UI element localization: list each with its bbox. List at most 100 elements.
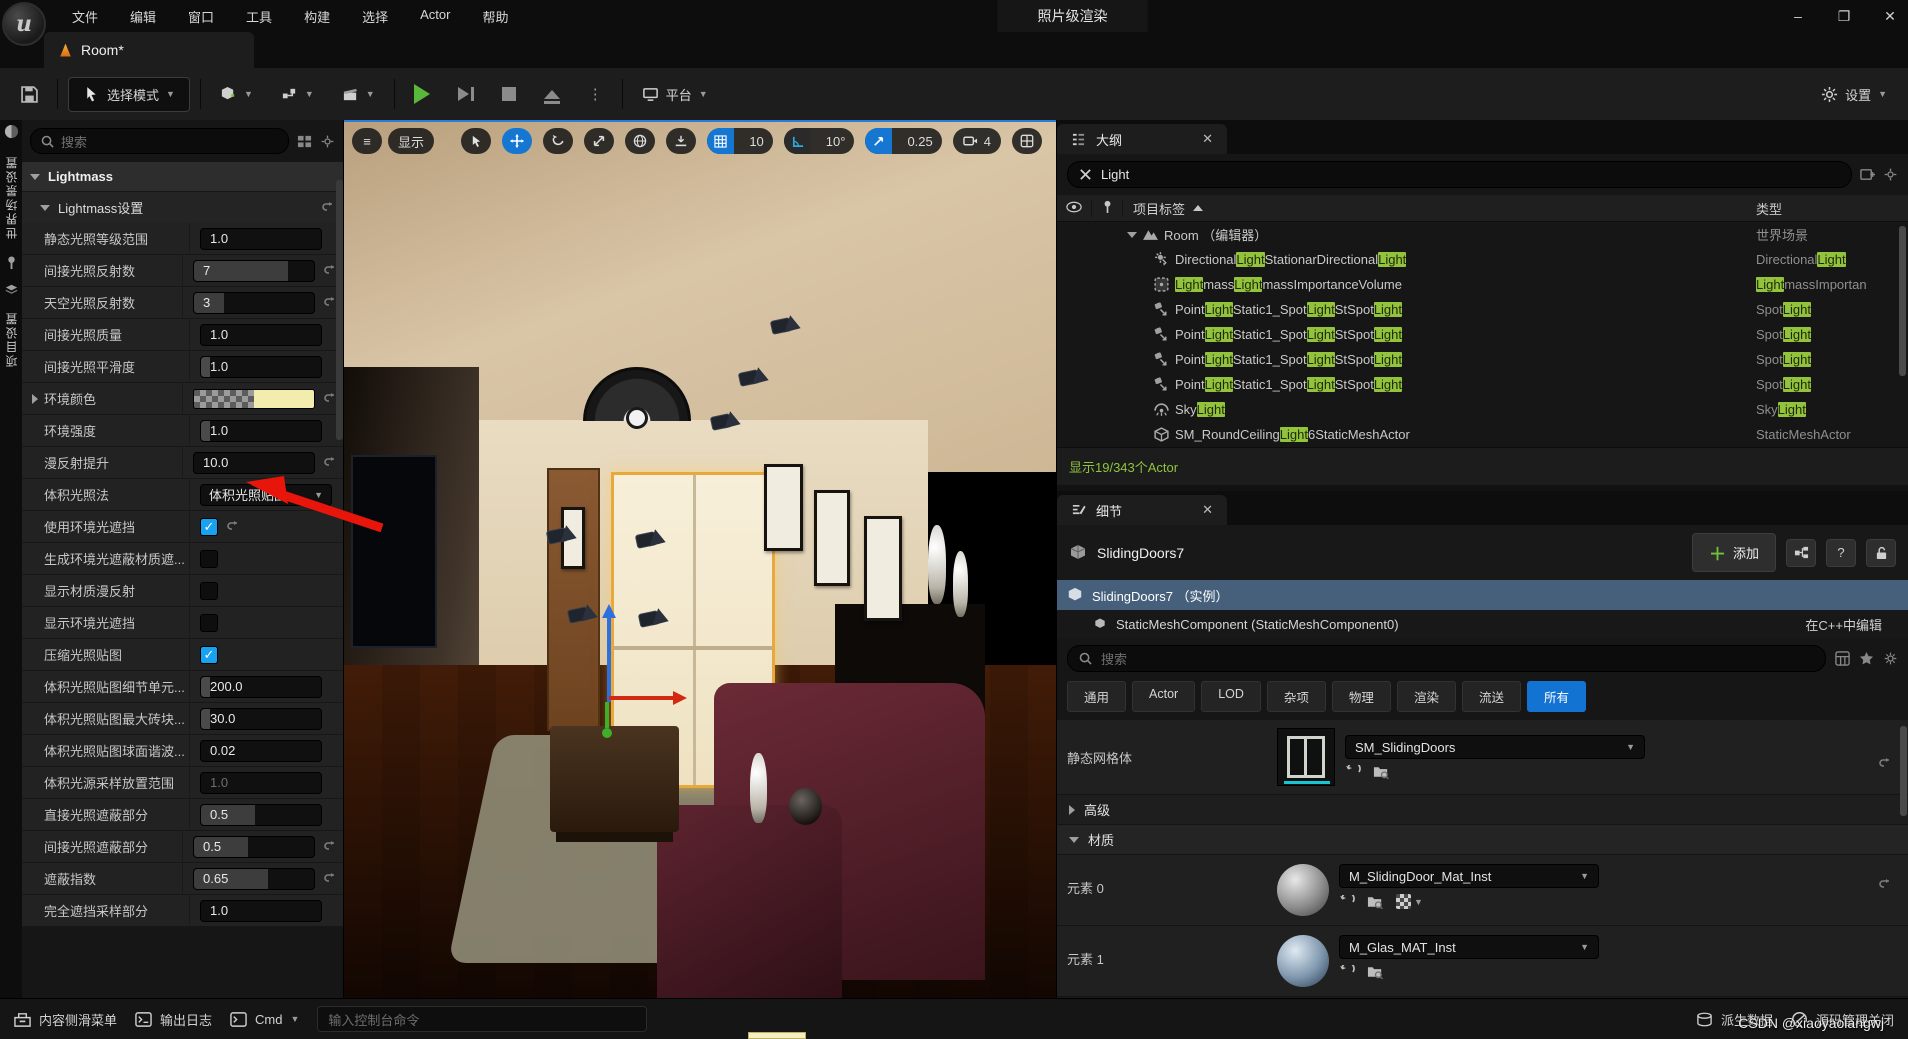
outliner-row-5[interactable]: PointLightStatic1_SpotLightStSpotLightSp… xyxy=(1057,347,1908,372)
value-field[interactable]: 0.5 xyxy=(200,804,322,826)
reset-icon[interactable] xyxy=(323,840,337,854)
settings-dropdown[interactable]: 设置 ▼ xyxy=(1812,78,1896,111)
help-button[interactable]: ? xyxy=(1826,539,1856,567)
rotate-tool-button[interactable] xyxy=(543,128,573,154)
play-options-button[interactable]: ⋮ xyxy=(579,78,612,110)
value-checkbox[interactable]: ✓ xyxy=(200,518,218,536)
blueprints-button[interactable]: ▼ xyxy=(272,79,323,110)
static-mesh-thumbnail[interactable] xyxy=(1277,728,1335,786)
details-settings-icon[interactable] xyxy=(1883,651,1898,666)
use-selected-asset-icon[interactable] xyxy=(1339,965,1355,979)
content-drawer-button[interactable]: 内容侧滑菜单 xyxy=(14,1010,117,1029)
value-field[interactable]: 3 xyxy=(193,292,315,314)
value-dropdown[interactable]: 体积光照贴图▼ xyxy=(200,484,332,506)
level-tab[interactable]: Room* xyxy=(44,32,254,68)
menu-窗口[interactable]: 窗口 xyxy=(174,3,228,30)
advanced-section-row[interactable]: 高级 xyxy=(1057,795,1908,825)
outliner-row-2[interactable]: LightmassLightmassImportanceVolumeLightm… xyxy=(1057,272,1908,297)
skip-frame-button[interactable] xyxy=(449,80,483,108)
scale-snap-button[interactable]: 0.25 xyxy=(865,128,941,154)
value-checkbox[interactable] xyxy=(200,550,218,568)
reset-icon[interactable] xyxy=(323,296,337,310)
type-column-header[interactable]: 类型 xyxy=(1756,199,1908,218)
maximize-button[interactable]: ❐ xyxy=(1834,8,1854,25)
filter-chip-物理[interactable]: 物理 xyxy=(1332,681,1391,712)
outliner-row-8[interactable]: SM_RoundCeilingLight6StaticMeshActorStat… xyxy=(1057,422,1908,447)
color-swatch[interactable] xyxy=(193,389,315,409)
value-field[interactable]: 1.0 xyxy=(200,900,322,922)
value-checkbox[interactable] xyxy=(200,614,218,632)
reset-icon[interactable] xyxy=(323,456,337,470)
reset-icon[interactable] xyxy=(1878,757,1892,771)
reset-icon[interactable] xyxy=(323,392,337,406)
settings-search-input[interactable]: 搜索 xyxy=(30,128,289,154)
reset-icon[interactable] xyxy=(226,520,240,534)
material-dropdown[interactable]: M_SlidingDoor_Mat_Inst▼ xyxy=(1339,864,1599,888)
value-field[interactable]: 10.0 xyxy=(193,452,315,474)
category-lightmass-settings[interactable]: Lightmass设置 xyxy=(22,191,343,223)
menu-帮助[interactable]: 帮助 xyxy=(468,3,522,30)
pin-column-icon[interactable] xyxy=(1091,200,1123,217)
move-tool-button[interactable] xyxy=(502,128,532,154)
filter-chip-杂项[interactable]: 杂项 xyxy=(1267,681,1326,712)
unreal-logo-icon[interactable]: u xyxy=(2,2,46,46)
menu-文件[interactable]: 文件 xyxy=(58,3,112,30)
value-field[interactable]: 1.0 xyxy=(200,228,322,250)
outliner-search-input[interactable]: Light xyxy=(1067,161,1852,188)
outliner-row-3[interactable]: PointLightStatic1_SpotLightStSpotLightSp… xyxy=(1057,297,1908,322)
filter-chip-通用[interactable]: 通用 xyxy=(1067,681,1126,712)
filter-chip-流送[interactable]: 流送 xyxy=(1462,681,1521,712)
display-filter-icon[interactable] xyxy=(1835,651,1850,666)
platforms-dropdown[interactable]: 平台 ▼ xyxy=(633,78,717,111)
cmd-dropdown[interactable]: Cmd ▼ xyxy=(230,1011,299,1028)
material-thumbnail[interactable] xyxy=(1277,864,1329,916)
details-scrollbar[interactable] xyxy=(1900,726,1907,816)
details-component-row[interactable]: StaticMeshComponent (StaticMeshComponent… xyxy=(1057,610,1908,638)
value-field[interactable]: 1.0 xyxy=(200,356,322,378)
viewport-menu-button[interactable]: ≡ xyxy=(352,128,382,154)
spotlight-gizmo-icon[interactable] xyxy=(568,604,602,628)
spotlight-gizmo-icon[interactable] xyxy=(547,525,581,549)
details-search-input[interactable]: 搜索 xyxy=(1067,645,1826,672)
scale-tool-button[interactable] xyxy=(584,128,614,154)
grid-snap-button[interactable]: 10 xyxy=(707,128,772,154)
outliner-row-4[interactable]: PointLightStatic1_SpotLightStSpotLightSp… xyxy=(1057,322,1908,347)
browse-to-asset-icon[interactable] xyxy=(1367,965,1384,979)
favorites-star-icon[interactable] xyxy=(1859,651,1874,666)
play-button[interactable] xyxy=(405,77,439,111)
value-field[interactable]: 0.02 xyxy=(200,740,322,762)
value-field[interactable]: 1.0 xyxy=(200,420,322,442)
rotation-snap-button[interactable]: 10° xyxy=(784,128,855,154)
show-dropdown[interactable]: 显示 xyxy=(388,128,434,154)
select-tool-button[interactable] xyxy=(461,128,491,154)
pin-icon[interactable] xyxy=(4,255,19,270)
value-field[interactable]: 0.5 xyxy=(193,836,315,858)
use-selected-asset-icon[interactable] xyxy=(1339,895,1355,909)
value-checkbox[interactable]: ✓ xyxy=(200,646,218,664)
cinematics-button[interactable]: ▼ xyxy=(333,79,384,110)
value-field[interactable]: 1.0 xyxy=(200,772,322,794)
eject-button[interactable] xyxy=(535,83,569,106)
spotlight-gizmo-icon[interactable] xyxy=(636,529,670,553)
surface-snap-button[interactable] xyxy=(666,128,696,154)
tab-outliner[interactable]: 大纲 ✕ xyxy=(1057,124,1227,154)
outliner-scrollbar[interactable] xyxy=(1899,226,1906,376)
reset-icon[interactable] xyxy=(1878,878,1892,892)
spotlight-gizmo-icon[interactable] xyxy=(639,608,673,632)
stop-button[interactable] xyxy=(493,80,525,108)
item-label-column-header[interactable]: 项目标签 xyxy=(1123,199,1756,218)
gizmo-y-axis[interactable] xyxy=(605,702,609,728)
spotlight-gizmo-icon[interactable] xyxy=(771,315,805,339)
blueprint-actions-button[interactable] xyxy=(1786,539,1816,567)
menu-构建[interactable]: 构建 xyxy=(290,3,344,30)
details-instance-row[interactable]: SlidingDoors7 （实例） xyxy=(1057,580,1908,610)
filter-chip-LOD[interactable]: LOD xyxy=(1201,681,1261,712)
spotlight-gizmo-icon[interactable] xyxy=(711,411,745,435)
menu-工具[interactable]: 工具 xyxy=(232,3,286,30)
reset-icon[interactable] xyxy=(323,264,337,278)
clear-search-icon[interactable] xyxy=(1079,168,1092,181)
browse-to-asset-icon[interactable] xyxy=(1373,765,1390,779)
tab-world-settings[interactable]: 世界场景设置 xyxy=(3,149,20,245)
tab-details[interactable]: 细节 ✕ xyxy=(1057,495,1227,525)
texture-options-dropdown[interactable]: ▼ xyxy=(1396,894,1423,909)
